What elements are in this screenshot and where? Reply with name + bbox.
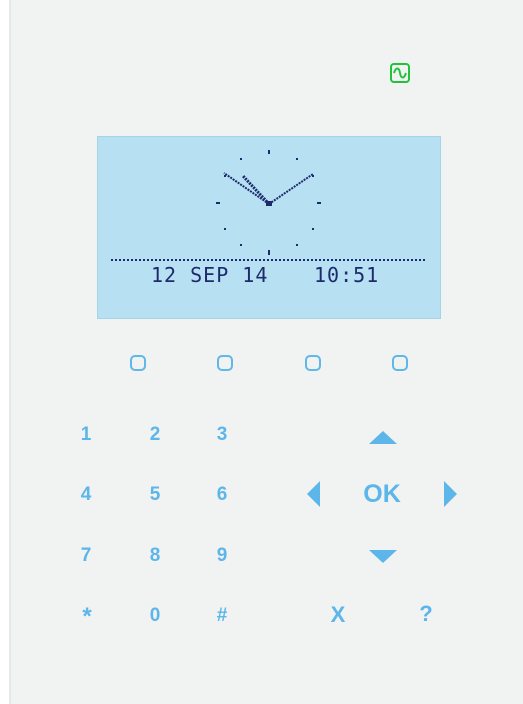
key-7[interactable]: 7 <box>71 544 101 568</box>
key-5[interactable]: 5 <box>140 483 170 507</box>
soft-key-1[interactable] <box>130 355 146 371</box>
key-3[interactable]: 3 <box>207 423 237 447</box>
key-2[interactable]: 2 <box>140 423 170 447</box>
soft-key-3[interactable] <box>305 355 321 371</box>
arrow-up-icon[interactable] <box>369 431 397 444</box>
ok-button[interactable]: OK <box>357 482 407 507</box>
soft-key-2[interactable] <box>217 355 233 371</box>
cancel-button[interactable]: X <box>313 603 363 627</box>
keypad-panel <box>9 0 523 704</box>
key-0[interactable]: 0 <box>140 604 170 628</box>
key-9[interactable]: 9 <box>207 544 237 568</box>
display-date: 12 SEP 14 <box>151 263 269 287</box>
key-1[interactable]: 1 <box>71 423 101 447</box>
arrow-right-icon[interactable] <box>444 481 457 507</box>
analog-clock-icon <box>216 150 321 255</box>
power-indicator-icon <box>390 63 410 83</box>
display-divider <box>111 259 425 261</box>
lcd-display <box>97 136 441 319</box>
arrow-left-icon[interactable] <box>307 481 320 507</box>
key-6[interactable]: 6 <box>207 483 237 507</box>
display-time: 10:51 <box>314 263 380 287</box>
key-4[interactable]: 4 <box>71 483 101 507</box>
key-star[interactable]: * <box>72 605 102 629</box>
key-8[interactable]: 8 <box>140 544 170 568</box>
key-hash[interactable]: # <box>207 604 237 628</box>
arrow-down-icon[interactable] <box>369 550 397 563</box>
soft-key-4[interactable] <box>392 355 408 371</box>
help-button[interactable]: ? <box>401 602 451 626</box>
